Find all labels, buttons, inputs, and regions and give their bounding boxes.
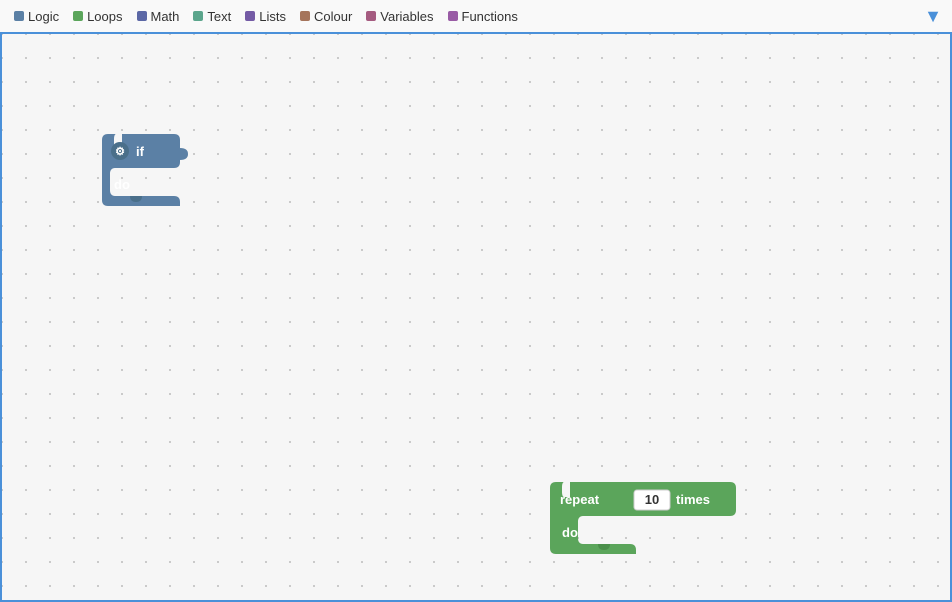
text-color-dot [193, 11, 203, 21]
if-block-svg: ⚙ if do [102, 134, 192, 206]
toolbar-label-logic: Logic [28, 9, 59, 24]
lists-color-dot [245, 11, 255, 21]
logic-color-dot [14, 11, 24, 21]
toolbar-item-logic[interactable]: Logic [8, 5, 65, 28]
toolbar-item-loops[interactable]: Loops [67, 5, 128, 28]
toolbar-dropdown-arrow[interactable]: ▼ [924, 7, 942, 25]
repeat-block[interactable]: repeat 10 times do [550, 482, 750, 530]
toolbar-item-variables[interactable]: Variables [360, 5, 439, 28]
toolbar-item-functions[interactable]: Functions [442, 5, 524, 28]
do-label-repeat: do [562, 525, 578, 540]
toolbar-item-math[interactable]: Math [131, 5, 186, 28]
blockly-canvas[interactable]: ⚙ if do repeat 10 times do [0, 34, 952, 602]
toolbar-label-lists: Lists [259, 9, 286, 24]
toolbar-item-text[interactable]: Text [187, 5, 237, 28]
variables-color-dot [366, 11, 376, 21]
do-label: do [114, 177, 130, 192]
math-color-dot [137, 11, 147, 21]
times-label: times [676, 492, 710, 507]
loops-color-dot [73, 11, 83, 21]
repeat-value: 10 [645, 492, 659, 507]
toolbar: Logic Loops Math Text Lists Colour Varia… [0, 0, 952, 34]
colour-color-dot [300, 11, 310, 21]
functions-color-dot [448, 11, 458, 21]
toolbar-label-text: Text [207, 9, 231, 24]
if-block[interactable]: ⚙ if do [102, 134, 192, 209]
if-notch-right [180, 148, 188, 160]
toolbar-item-lists[interactable]: Lists [239, 5, 292, 28]
repeat-block-svg: repeat 10 times do [550, 482, 750, 554]
toolbar-label-colour: Colour [314, 9, 352, 24]
toolbar-label-math: Math [151, 9, 180, 24]
toolbar-label-loops: Loops [87, 9, 122, 24]
if-label: if [136, 144, 145, 159]
toolbar-item-colour[interactable]: Colour [294, 5, 358, 28]
toolbar-label-functions: Functions [462, 9, 518, 24]
toolbar-label-variables: Variables [380, 9, 433, 24]
svg-text:⚙: ⚙ [115, 146, 125, 158]
repeat-label: repeat [560, 492, 600, 507]
